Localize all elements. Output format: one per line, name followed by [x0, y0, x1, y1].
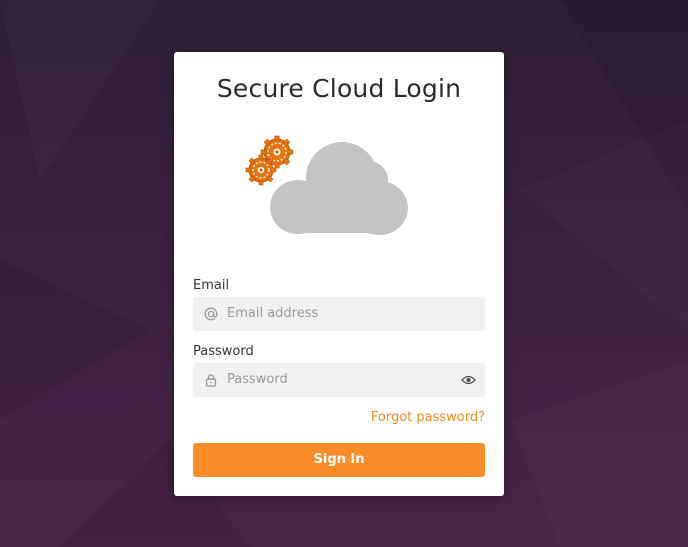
password-placeholder: Password	[227, 372, 288, 387]
password-label: Password	[193, 344, 254, 359]
email-placeholder: Email address	[227, 306, 319, 321]
sign-in-button[interactable]: Sign In	[193, 443, 485, 477]
login-title: Secure Cloud Login	[216, 74, 462, 103]
gear-icon	[245, 154, 277, 186]
email-label: Email	[193, 278, 230, 293]
login-card: Secure Cloud Login Email Email address P…	[174, 52, 504, 496]
cloud-icon	[270, 142, 408, 235]
email-field[interactable]: Email address	[193, 297, 485, 331]
forgot-password-link[interactable]: Forgot password?	[371, 410, 485, 425]
lock-icon	[205, 374, 217, 387]
cloud-gears-illustration	[245, 135, 408, 235]
at-icon	[204, 307, 218, 321]
eye-icon[interactable]	[461, 374, 476, 386]
password-field[interactable]: Password	[193, 363, 485, 397]
